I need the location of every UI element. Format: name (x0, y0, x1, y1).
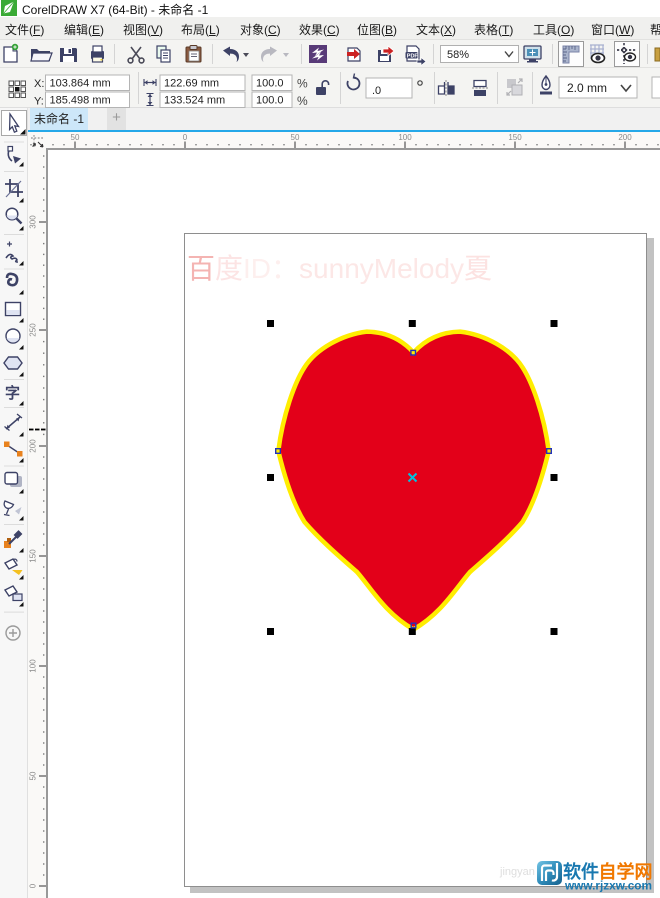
svg-text:2.0 mm: 2.0 mm (567, 81, 607, 95)
svg-text:103.864 mm: 103.864 mm (50, 78, 111, 90)
svg-text:50: 50 (291, 133, 300, 142)
svg-text:字: 字 (5, 384, 20, 402)
svg-text:100.0: 100.0 (256, 95, 284, 107)
svg-text:Y:: Y: (34, 96, 44, 108)
svg-text:122.69 mm: 122.69 mm (164, 78, 219, 90)
svg-text:X:: X: (34, 78, 44, 90)
svg-text:200: 200 (29, 439, 38, 453)
svg-text:0: 0 (29, 883, 38, 888)
svg-text:185.498 mm: 185.498 mm (50, 95, 111, 107)
svg-text:50: 50 (29, 771, 38, 780)
svg-text:100: 100 (29, 659, 38, 673)
svg-text:100: 100 (398, 133, 412, 142)
svg-text:PDF: PDF (407, 53, 419, 59)
svg-text:100.0: 100.0 (256, 78, 284, 90)
svg-text:150: 150 (29, 549, 38, 563)
svg-text:%: % (297, 77, 308, 91)
svg-text:300: 300 (29, 215, 38, 229)
svg-text:.0: .0 (372, 85, 381, 97)
svg-text:133.524 mm: 133.524 mm (164, 95, 225, 107)
svg-text:%: % (297, 94, 308, 108)
svg-text:250: 250 (29, 323, 38, 337)
svg-text:www.rjzxw.com: www.rjzxw.com (564, 879, 652, 893)
svg-text:58%: 58% (447, 49, 469, 61)
svg-text:0: 0 (183, 133, 188, 142)
svg-text:200: 200 (618, 133, 632, 142)
svg-text:150: 150 (508, 133, 522, 142)
svg-text:50: 50 (71, 133, 80, 142)
